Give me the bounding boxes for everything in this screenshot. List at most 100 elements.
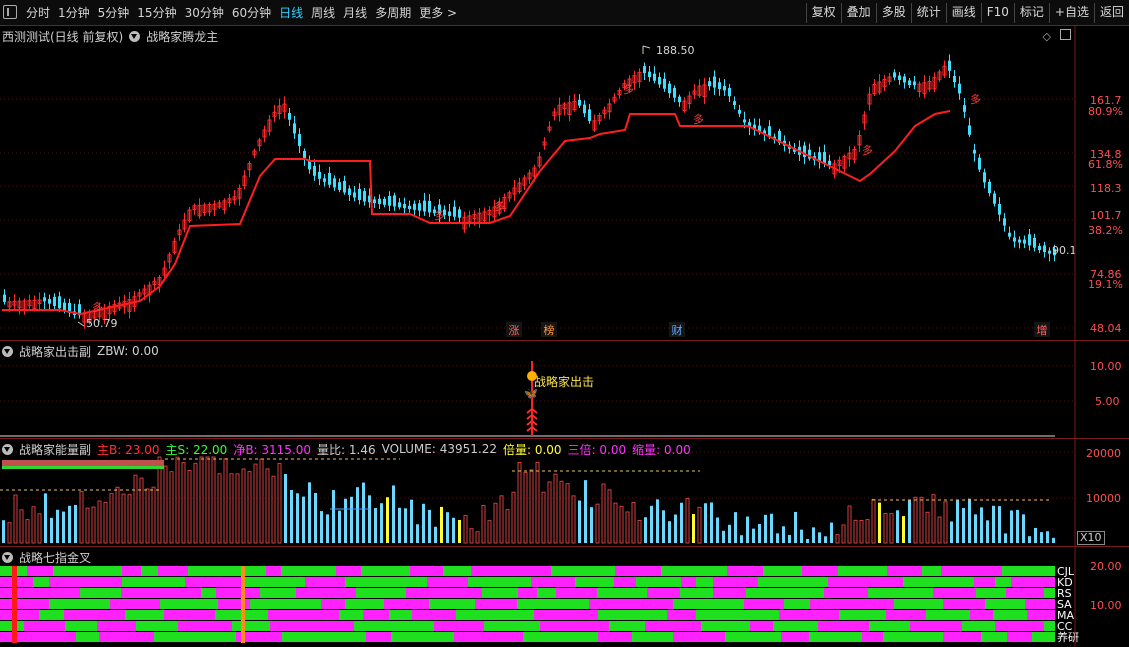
candlestick-chart[interactable]: 188.5050.7990.1涨榜财增多多多多多多多 161.7134.8118… — [0, 26, 1129, 340]
statistics-button[interactable]: 统计 — [910, 3, 946, 23]
volume-bar — [458, 519, 461, 543]
indicator-segment — [266, 566, 281, 576]
volume-bar — [913, 496, 918, 544]
indicator-segment — [943, 632, 981, 642]
candle-body — [418, 203, 421, 211]
indicator-segment — [391, 632, 454, 642]
candle-body — [718, 82, 721, 90]
mark-button[interactable]: 标记 — [1013, 3, 1049, 23]
indicator-segment — [122, 566, 141, 576]
volume-bar — [475, 531, 480, 544]
tab-15min[interactable]: 15分钟 — [133, 0, 180, 26]
indicator-segment — [136, 621, 178, 631]
draw-line-button[interactable]: 画线 — [945, 3, 981, 23]
volume-bar — [625, 511, 630, 544]
candle-body — [993, 193, 996, 204]
indicator-segment — [995, 621, 1044, 631]
price-tick: 118.3 — [1090, 182, 1122, 195]
volume-bar — [374, 508, 377, 543]
restore-rights-button[interactable]: 复权 — [805, 3, 841, 23]
indicator-segment — [475, 599, 517, 609]
indicator-segment — [260, 588, 296, 598]
volume-bar — [247, 471, 252, 544]
indicator-segment — [164, 610, 215, 620]
tab-30min[interactable]: 30分钟 — [181, 0, 228, 26]
indicator-segment — [434, 621, 484, 631]
volume-bar — [392, 485, 395, 543]
volume-bar — [619, 505, 624, 544]
legend-net-buy: 净B: 3115.00 — [233, 442, 312, 457]
tab-weekly[interactable]: 周线 — [307, 0, 339, 26]
tab-monthly[interactable]: 月线 — [339, 0, 371, 26]
indicator-segment — [883, 632, 943, 642]
volume-bar — [469, 528, 474, 544]
multi-stock-button[interactable]: 多股 — [875, 3, 911, 23]
volume-bar — [380, 503, 383, 543]
f10-button[interactable]: F10 — [980, 3, 1014, 23]
indicator-segment — [0, 599, 49, 609]
indicator-segment — [597, 588, 647, 598]
indicator-segment — [713, 588, 746, 598]
volume-bar — [950, 521, 953, 543]
candle-body — [408, 205, 411, 209]
candle-body — [648, 71, 651, 77]
percent-tick: 19.1% — [1088, 278, 1123, 291]
tab-60min[interactable]: 60分钟 — [228, 0, 275, 26]
indicator-segment — [427, 577, 468, 587]
tab-daily[interactable]: 日线 — [275, 0, 307, 26]
candle-body — [313, 166, 316, 176]
indicator-segment — [243, 577, 305, 587]
indicator-segment — [188, 566, 266, 576]
indicator-segment — [339, 610, 363, 620]
pane4-indicator-name[interactable]: 战略七指金叉 — [19, 549, 91, 566]
indicator-segment — [933, 588, 976, 598]
candle-body — [583, 104, 586, 114]
add-watchlist-button[interactable]: +自选 — [1048, 3, 1094, 23]
indicator-segment — [336, 566, 361, 576]
seven-indicator-chart[interactable]: CJLKDRSSAMACC养研 20.0010.00 — [0, 547, 1129, 647]
tab-1min[interactable]: 1分钟 — [54, 0, 94, 26]
indicator-segment — [363, 610, 389, 620]
back-button[interactable]: 返回 — [1093, 3, 1129, 23]
tab-5min[interactable]: 5分钟 — [94, 0, 134, 26]
indicator-segment — [701, 621, 750, 631]
collapse-icon[interactable] — [2, 551, 13, 563]
candle-body — [333, 178, 336, 188]
indicator-segment — [232, 621, 270, 631]
indicator-segment — [49, 599, 110, 609]
stock-label: 西测测试(日线 前复权) — [2, 29, 124, 44]
pane3-indicator-name[interactable]: 战略家能量副 — [19, 441, 91, 458]
volume-bar — [523, 471, 528, 544]
collapse-icon[interactable] — [2, 345, 13, 357]
candle-body — [588, 109, 591, 121]
volume-bar — [1052, 537, 1055, 543]
indicator-segment — [970, 610, 993, 620]
candle-body — [288, 113, 291, 120]
pane2-indicator-name[interactable]: 战略家出击副 — [19, 343, 91, 360]
overlay-button[interactable]: 叠加 — [840, 3, 876, 23]
price-tick: 48.04 — [1090, 322, 1122, 335]
high-marker — [642, 45, 651, 54]
high-price-label: 188.50 — [656, 44, 695, 57]
energy-bar-green — [2, 466, 164, 469]
low-price-label: 50.79 — [86, 317, 118, 330]
diamond-icon[interactable]: ◇ — [1043, 30, 1051, 43]
tab-multi-period[interactable]: 多周期 — [371, 0, 415, 26]
indicator-segment — [632, 632, 673, 642]
indicator-segment — [523, 632, 598, 642]
collapse-icon[interactable] — [129, 30, 141, 42]
percent-tick: 38.2% — [1088, 224, 1123, 237]
volume-bar — [284, 473, 287, 543]
window-icon[interactable] — [1060, 29, 1071, 40]
indicator-segment — [661, 566, 727, 576]
tab-intraday[interactable]: 分时 — [22, 0, 54, 26]
main-indicator-name[interactable]: 战略家腾龙主 — [146, 28, 218, 45]
panel-toggle-icon[interactable] — [3, 5, 17, 19]
indicator-segment — [575, 577, 614, 587]
tab-more[interactable]: 更多 > — [415, 0, 461, 26]
volume-bar — [44, 493, 47, 543]
volume-bar — [217, 473, 222, 544]
legend-triple-volume: 三倍: 0.00 — [567, 442, 627, 457]
volume-bar — [2, 520, 5, 543]
collapse-icon[interactable] — [2, 443, 13, 455]
